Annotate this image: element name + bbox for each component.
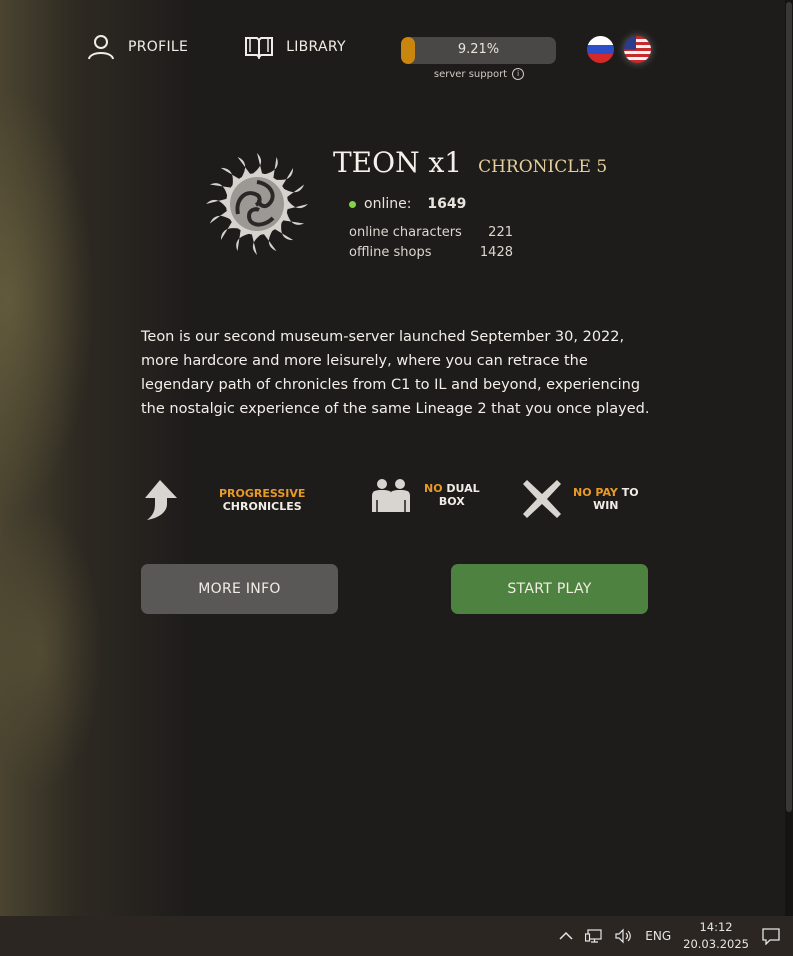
info-icon[interactable]: i [512, 68, 525, 80]
two-people-icon [372, 479, 410, 512]
volume-icon[interactable] [615, 928, 633, 944]
feature-text: PROGRESSIVE CHRONICLES [219, 487, 305, 513]
feature-rest-inline: TO [621, 486, 639, 499]
support-progress-bar[interactable]: 9.21% [401, 37, 556, 64]
logo-ray [251, 233, 263, 255]
top-nav: PROFILE LIBRARY [86, 34, 346, 60]
feature-highlight: NO [424, 482, 443, 495]
feature-list: PROGRESSIVE CHRONICLES NO DUAL BOX NO PA… [141, 478, 651, 524]
stat-row: offline shops 1428 [349, 245, 513, 265]
clock-time: 14:12 [699, 920, 733, 934]
feature-highlight: NO PAY [573, 486, 618, 499]
profile-label: PROFILE [128, 39, 189, 55]
server-chronicle: CHRONICLE 5 [478, 157, 608, 177]
server-title: TEON x1 CHRONICLE 5 [333, 146, 607, 179]
server-support[interactable]: 9.21% server support i [401, 37, 557, 80]
support-caption: server support i [401, 68, 557, 80]
feature-rest: CHRONICLES [222, 500, 302, 513]
server-description: Teon is our second museum-server launche… [141, 329, 650, 417]
stat-value: 1428 [479, 245, 513, 260]
background-artwork [0, 0, 190, 916]
clock-date: 20.03.2025 [683, 937, 749, 951]
online-status: online: 1649 [349, 196, 466, 212]
library-label: LIBRARY [286, 39, 346, 55]
clock[interactable]: 14:12 20.03.2025 [683, 919, 749, 953]
input-language[interactable]: ENG [645, 929, 671, 943]
server-stats: online characters 221 offline shops 1428 [349, 225, 513, 265]
feature-no-dual-box: NO DUAL BOX [370, 478, 480, 512]
logo-ray [251, 153, 263, 175]
russia-flag-icon[interactable] [587, 36, 614, 63]
feature-text: NO PAY TO WIN [573, 486, 639, 512]
feature-text: NO DUAL BOX [424, 482, 480, 508]
feature-no-pay-to-win: NO PAY TO WIN [521, 478, 639, 520]
stat-label: offline shops [349, 245, 432, 260]
cross-icon [523, 480, 561, 518]
stat-label: online characters [349, 225, 462, 240]
stat-value: 221 [488, 225, 513, 240]
online-label: online: [364, 196, 412, 212]
online-value: 1649 [427, 196, 467, 212]
usa-flag-icon[interactable] [624, 36, 651, 63]
start-play-button[interactable]: START PLAY [451, 564, 648, 614]
profile-link[interactable]: PROFILE [86, 34, 188, 60]
library-link[interactable]: LIBRARY [244, 35, 346, 59]
taskbar: ENG 14:12 20.03.2025 [0, 916, 793, 956]
notification-icon[interactable] [761, 927, 781, 945]
arrow-up-icon [145, 480, 177, 520]
server-logo-icon [206, 153, 308, 255]
system-tray: ENG 14:12 20.03.2025 [559, 916, 793, 956]
online-dot-icon [349, 200, 356, 208]
stat-row: online characters 221 [349, 225, 513, 245]
feature-rest-inline: DUAL [446, 482, 480, 495]
scrollbar-thumb[interactable] [786, 2, 792, 812]
book-icon [245, 37, 274, 59]
chevron-up-icon[interactable] [559, 931, 573, 941]
feature-progressive: PROGRESSIVE CHRONICLES [141, 478, 305, 522]
user-icon [88, 35, 114, 60]
feature-highlight: PROGRESSIVE [219, 487, 306, 500]
language-switcher [587, 36, 651, 63]
server-name: TEON x1 [333, 146, 463, 179]
more-info-button[interactable]: MORE INFO [141, 564, 338, 614]
feature-rest: WIN [593, 499, 619, 512]
feature-rest: BOX [438, 495, 465, 508]
network-icon[interactable] [585, 928, 603, 944]
logo-ray [206, 198, 228, 210]
logo-ray [286, 198, 308, 210]
support-percent: 9.21% [457, 42, 500, 57]
support-label: server support [433, 68, 508, 80]
scrollbar[interactable] [785, 0, 793, 916]
